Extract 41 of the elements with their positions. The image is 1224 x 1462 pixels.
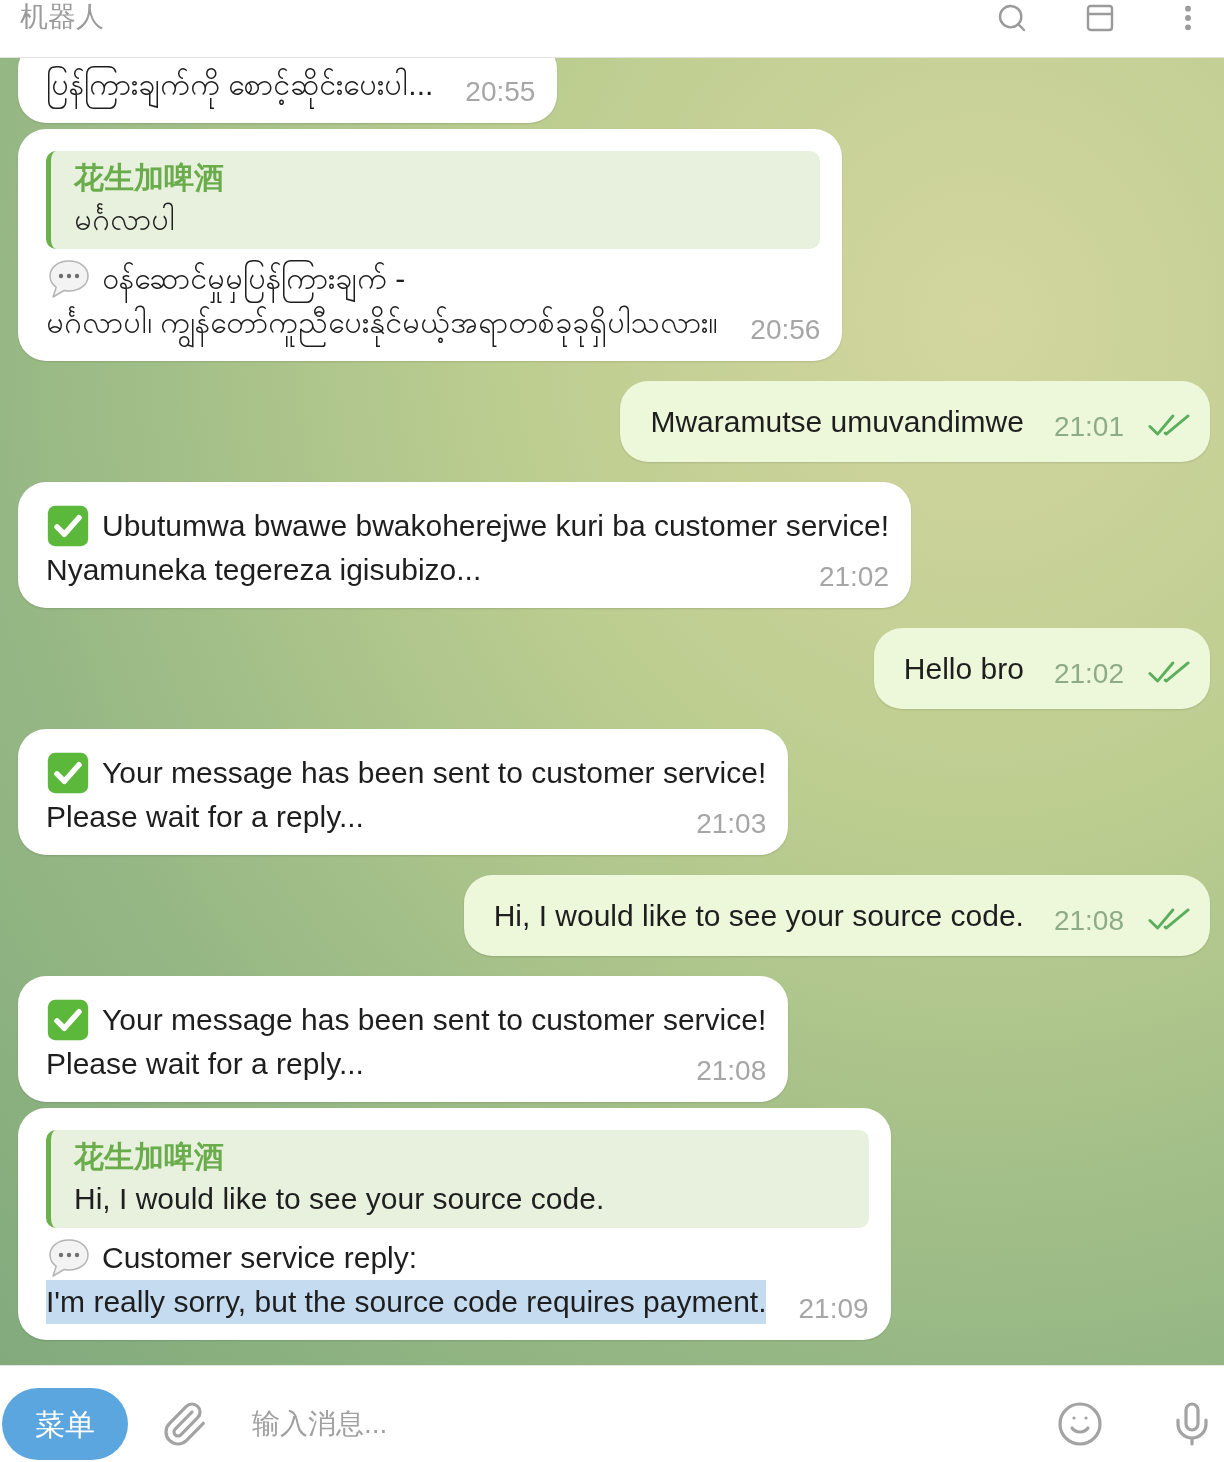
message-input[interactable]: 输入消息... bbox=[252, 1394, 1056, 1454]
message-time: 21:08 bbox=[695, 1056, 767, 1086]
message-time: 21:02 bbox=[1053, 659, 1124, 689]
search-icon[interactable] bbox=[996, 2, 1028, 34]
message-time: 21:01 bbox=[1053, 412, 1124, 442]
quote-text: မင်္ဂလာပါ bbox=[74, 201, 176, 238]
message-text: Hi, I would like to see your source code. bbox=[493, 898, 1024, 934]
quote-author: 花生加啤酒 bbox=[74, 1139, 225, 1175]
emoji-icon[interactable] bbox=[1056, 1400, 1104, 1448]
message-text: Ubutumwa bwawe bwakoherejwe kuri ba customer service! bbox=[102, 508, 889, 544]
quote-author: 花生加啤酒 bbox=[74, 160, 225, 196]
double-check-icon bbox=[1148, 413, 1190, 438]
message-time: 20:56 bbox=[749, 315, 821, 345]
message-text: Customer service reply: bbox=[102, 1240, 418, 1276]
message-text: Your message has been sent to customer service! bbox=[102, 755, 767, 791]
message-text: Your message has been sent to customer service! bbox=[102, 1002, 767, 1038]
speech-bubble-icon bbox=[46, 257, 90, 301]
message-time: 20:55 bbox=[464, 77, 536, 107]
message-time: 21:03 bbox=[695, 809, 767, 839]
message-time: 21:09 bbox=[797, 1294, 869, 1324]
reply-quote[interactable]: 花生加啤酒 Hi, I would like to see your source code. bbox=[46, 1130, 869, 1228]
quote-text: Hi, I would like to see your source code. bbox=[74, 1181, 606, 1217]
message-text: Mwaramutse umuvandimwe bbox=[650, 404, 1024, 440]
message-text: ဝန်ဆောင်မှုမှပြန်ကြားချက် - bbox=[102, 257, 406, 301]
message-text: Please wait for a reply... bbox=[46, 1046, 364, 1082]
double-check-icon bbox=[1148, 907, 1190, 932]
reply-quote[interactable]: 花生加啤酒 မင်္ဂလာပါ bbox=[46, 151, 821, 249]
message-time: 21:02 bbox=[817, 562, 889, 592]
message-text: ပြန်ကြားချက်ကို စောင့်ဆိုင်းပေးပါ... bbox=[46, 63, 434, 107]
double-check-icon bbox=[1148, 660, 1190, 685]
message-text: Please wait for a reply... bbox=[46, 799, 364, 835]
chat-title: 机器人 bbox=[20, 0, 104, 34]
panel-icon[interactable] bbox=[1084, 2, 1116, 34]
speech-bubble-icon bbox=[46, 1236, 90, 1280]
checkmark-icon bbox=[46, 751, 90, 795]
message-text: I'm really sorry, but the source code requires payment. bbox=[46, 1280, 767, 1324]
message-text: Nyamuneka tegereza igisubizo... bbox=[46, 552, 482, 588]
checkmark-icon bbox=[46, 998, 90, 1042]
message-text: Hello bro bbox=[903, 651, 1024, 687]
checkmark-icon bbox=[46, 504, 90, 548]
message-time: 21:08 bbox=[1053, 906, 1124, 936]
